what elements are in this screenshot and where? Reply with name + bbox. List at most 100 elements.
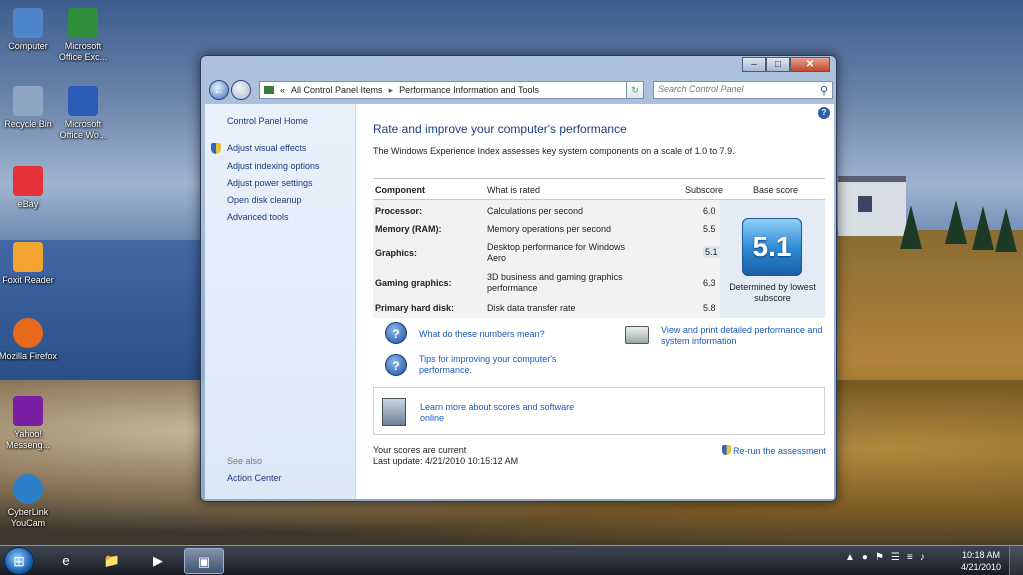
numbers-meaning-link[interactable]: What do these numbers mean? — [419, 329, 545, 340]
base-score-panel: 5.1 Determined by lowest subscore — [720, 200, 825, 318]
desktop-tree — [995, 208, 1017, 252]
adjust-power-settings-link[interactable]: Adjust power settings — [227, 178, 313, 188]
what-rated-cell: Calculations per second — [487, 206, 584, 216]
tray-app-icon[interactable]: ● — [862, 552, 868, 563]
what-rated-cell: 3D business and gaming graphics performa… — [487, 272, 623, 293]
what-rated-header: What is rated — [487, 185, 541, 195]
desktop-tree — [945, 200, 967, 244]
navigation-bar: ← → « All Control Panel Items ▸ Performa… — [205, 78, 833, 102]
software-box-icon — [382, 398, 406, 426]
control-panel-home-link[interactable]: Control Panel Home — [227, 116, 308, 126]
help-icon[interactable]: ? — [818, 107, 830, 119]
subscore-cell: 6.0 — [703, 206, 716, 216]
show-hidden-icons-icon[interactable]: ▲ — [845, 552, 855, 563]
clock-date: 4/21/2010 — [960, 562, 1001, 572]
control-panel-window: – □ ✕ ← → « All Control Panel Items ▸ Pe… — [200, 55, 837, 502]
breadcrumb-prefix: « — [280, 85, 286, 95]
printer-icon — [625, 326, 649, 344]
shield-icon — [211, 143, 221, 154]
minimize-button[interactable]: – — [742, 57, 766, 72]
ebay-icon — [13, 166, 43, 196]
firefox-icon — [13, 318, 43, 348]
show-desktop-button[interactable] — [1009, 546, 1023, 575]
recycle-bin-icon — [13, 86, 43, 116]
foxit-reader-icon — [13, 242, 43, 272]
desktop-icon-label: Yahoo! Messeng... — [5, 429, 51, 450]
refresh-button[interactable]: ↻ — [626, 81, 644, 99]
adjust-indexing-options-link[interactable]: Adjust indexing options — [227, 161, 320, 171]
media-player-icon[interactable]: ▶ — [138, 548, 178, 574]
rerun-label: Re-run the assessment — [732, 446, 826, 456]
main-pane: ? Rate and improve your computer's perfo… — [357, 104, 834, 499]
subscore-header: Subscore — [685, 185, 724, 195]
desktop-icon-yahoo-messenger[interactable]: Yahoo! Messeng... — [0, 396, 58, 451]
learn-more-box: Learn more about scores and software onl… — [373, 387, 825, 435]
desktop-icon-label: Mozilla Firefox — [0, 351, 57, 361]
search-input[interactable]: Search Control Panel ⚲ — [653, 81, 833, 99]
desktop-tree — [900, 205, 922, 249]
window-caption-buttons: – □ ✕ — [742, 57, 830, 72]
desktop-icon-label: eBay — [17, 199, 39, 209]
internet-explorer-icon[interactable]: e — [46, 548, 86, 574]
what-rated-cell: Memory operations per second — [487, 224, 612, 234]
back-button[interactable]: ← — [209, 80, 229, 100]
open-disk-cleanup-link[interactable]: Open disk cleanup — [227, 195, 302, 205]
base-score-note: Determined by lowest subscore — [729, 282, 816, 303]
component-cell: Gaming graphics: — [375, 278, 452, 288]
question-icon: ? — [385, 322, 407, 344]
start-button[interactable]: ⊞ — [4, 547, 34, 575]
desktop-house — [838, 176, 906, 236]
adjust-visual-effects-link[interactable]: Adjust visual effects — [227, 143, 306, 153]
desktop-icon-label: Microsoft Office Wo... — [59, 119, 107, 140]
intro-text: The Windows Experience Index assesses ke… — [373, 146, 735, 156]
clock-time: 10:18 AM — [961, 550, 1000, 560]
desktop-icon-firefox[interactable]: Mozilla Firefox — [0, 318, 58, 362]
desktop-house-window — [858, 196, 872, 212]
desktop-icon-word[interactable]: Microsoft Office Wo... — [53, 86, 113, 141]
learn-more-link[interactable]: Learn more about scores and software onl… — [420, 402, 590, 424]
action-center-flag-icon[interactable]: ⚑ — [875, 552, 884, 563]
desktop-icon-label: Microsoft Office Exc... — [58, 41, 108, 62]
page-title: Rate and improve your computer's perform… — [373, 122, 627, 136]
search-placeholder: Search Control Panel — [658, 84, 744, 94]
rerun-assessment-link[interactable]: Re-run the assessment — [721, 445, 826, 456]
what-rated-cell: Desktop performance for Windows Aero — [487, 242, 626, 263]
maximize-button[interactable]: □ — [766, 57, 790, 72]
address-bar[interactable]: « All Control Panel Items ▸ Performance … — [259, 81, 644, 99]
scores-current-text: Your scores are current — [373, 445, 467, 455]
desktop-icon-foxit-reader[interactable]: Foxit Reader — [0, 242, 58, 286]
desktop-icon-excel[interactable]: Microsoft Office Exc... — [53, 8, 113, 63]
tray-app-icon[interactable]: ☰ — [891, 552, 900, 563]
desktop-icon-ebay[interactable]: eBay — [0, 166, 58, 210]
search-icon[interactable]: ⚲ — [820, 84, 828, 97]
breadcrumb-all-items[interactable]: All Control Panel Items — [291, 85, 383, 95]
score-status: Your scores are current Last update: 4/2… — [373, 445, 518, 467]
subscore-cell: 5.1 — [703, 246, 720, 258]
desktop-icon-recycle-bin[interactable]: Recycle Bin — [0, 86, 58, 130]
desktop-tree — [972, 206, 994, 250]
control-panel-icon — [264, 86, 274, 94]
print-details-link[interactable]: View and print detailed performance and … — [661, 325, 829, 347]
excel-icon — [68, 8, 98, 38]
subscore-cell: 6.3 — [703, 278, 716, 288]
desktop-icon-cyberlink-youcam[interactable]: CyberLink YouCam — [0, 474, 58, 529]
question-icon: ? — [385, 354, 407, 376]
improve-tips-link[interactable]: Tips for improving your computer's perfo… — [419, 354, 579, 376]
forward-button[interactable]: → — [231, 80, 251, 100]
left-pane: Control Panel Home Adjust visual effects… — [205, 104, 356, 499]
clock[interactable]: 10:18 AM 4/21/2010 — [961, 549, 1001, 573]
control-panel-taskbar-button[interactable]: ▣ — [184, 548, 224, 574]
component-cell: Graphics: — [375, 248, 418, 258]
close-button[interactable]: ✕ — [790, 57, 830, 72]
windows-explorer-icon[interactable]: 📁 — [92, 548, 132, 574]
advanced-tools-link[interactable]: Advanced tools — [227, 212, 289, 222]
subscore-cell: 5.8 — [703, 303, 716, 313]
desktop-icon-computer[interactable]: Computer — [0, 8, 58, 52]
cyberlink-youcam-icon — [13, 474, 43, 504]
network-icon[interactable]: ≡ — [907, 552, 913, 563]
volume-icon[interactable]: ♪ — [920, 552, 925, 563]
base-score-header: Base score — [753, 185, 799, 195]
breadcrumb-separator[interactable]: ▸ — [389, 85, 394, 96]
action-center-link[interactable]: Action Center — [227, 473, 282, 483]
breadcrumb-performance[interactable]: Performance Information and Tools — [399, 85, 539, 95]
